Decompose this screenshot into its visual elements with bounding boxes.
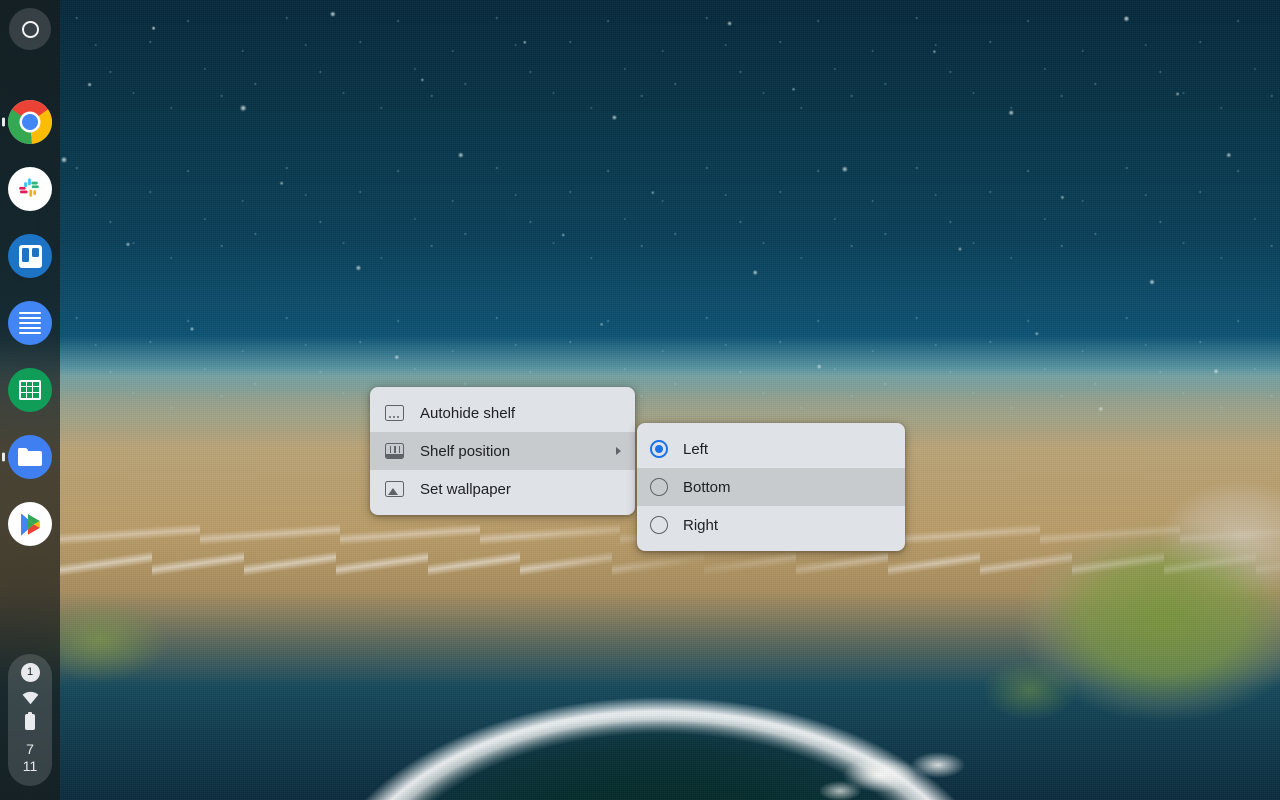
google-docs-icon — [8, 301, 52, 345]
shelf-item-slack[interactable] — [0, 166, 60, 212]
menu-item-label: Shelf position — [420, 442, 511, 460]
shelf-item-files[interactable] — [0, 434, 60, 480]
menu-item-set-wallpaper[interactable]: Set wallpaper — [370, 470, 635, 508]
chromeos-desktop: 1 7 11 Autohide shelf Shelf position Set… — [0, 0, 1280, 800]
radio-option-label: Right — [683, 516, 719, 534]
shelf-position-submenu: Left Bottom Right — [637, 423, 905, 551]
shelf-layout-icon — [383, 440, 405, 462]
google-sheets-icon — [8, 368, 52, 412]
image-icon — [383, 478, 405, 500]
trello-icon — [8, 234, 52, 278]
status-tray[interactable]: 1 7 11 — [8, 654, 52, 786]
shelf-app-list — [0, 99, 60, 547]
battery-icon — [25, 711, 35, 730]
launcher-circle-icon — [21, 20, 39, 38]
shelf-item-docs[interactable] — [0, 300, 60, 346]
shelf-item-play-store[interactable] — [0, 501, 60, 547]
cloud-patch — [820, 735, 1010, 800]
coral-speckles-layer-secondary — [60, 0, 1280, 460]
wifi-icon — [22, 691, 39, 705]
menu-item-label: Set wallpaper — [420, 480, 511, 498]
play-store-icon — [8, 502, 52, 546]
slack-icon — [8, 167, 52, 211]
chevron-right-icon — [616, 447, 621, 455]
running-indicator-dot — [2, 452, 5, 462]
clock-hour: 7 — [26, 741, 34, 757]
shelf-item-sheets[interactable] — [0, 367, 60, 413]
radio-unselected-icon — [650, 478, 668, 496]
running-indicator-dot — [2, 117, 5, 127]
launcher-button[interactable] — [9, 8, 51, 50]
radio-option-label: Left — [683, 440, 709, 458]
radio-option-left[interactable]: Left — [637, 430, 905, 468]
shelf: 1 7 11 — [0, 0, 60, 800]
menu-item-autohide-shelf[interactable]: Autohide shelf — [370, 394, 635, 432]
desktop-context-menu: Autohide shelf Shelf position Set wallpa… — [370, 387, 635, 515]
menu-item-shelf-position[interactable]: Shelf position — [370, 432, 635, 470]
clock-minute: 11 — [22, 758, 38, 774]
files-icon — [8, 435, 52, 479]
desktop-wallpaper[interactable] — [0, 0, 1280, 800]
shelf-frame-icon — [383, 402, 405, 424]
shelf-item-trello[interactable] — [0, 233, 60, 279]
chrome-icon — [8, 100, 52, 144]
notification-count-badge[interactable]: 1 — [20, 663, 40, 682]
radio-selected-icon — [650, 440, 668, 458]
radio-option-label: Bottom — [683, 478, 731, 496]
radio-unselected-icon — [650, 516, 668, 534]
shelf-item-chrome[interactable] — [0, 99, 60, 145]
clock[interactable]: 7 11 — [23, 741, 38, 775]
menu-item-label: Autohide shelf — [420, 404, 516, 422]
radio-option-right[interactable]: Right — [637, 506, 905, 544]
radio-option-bottom[interactable]: Bottom — [637, 468, 905, 506]
